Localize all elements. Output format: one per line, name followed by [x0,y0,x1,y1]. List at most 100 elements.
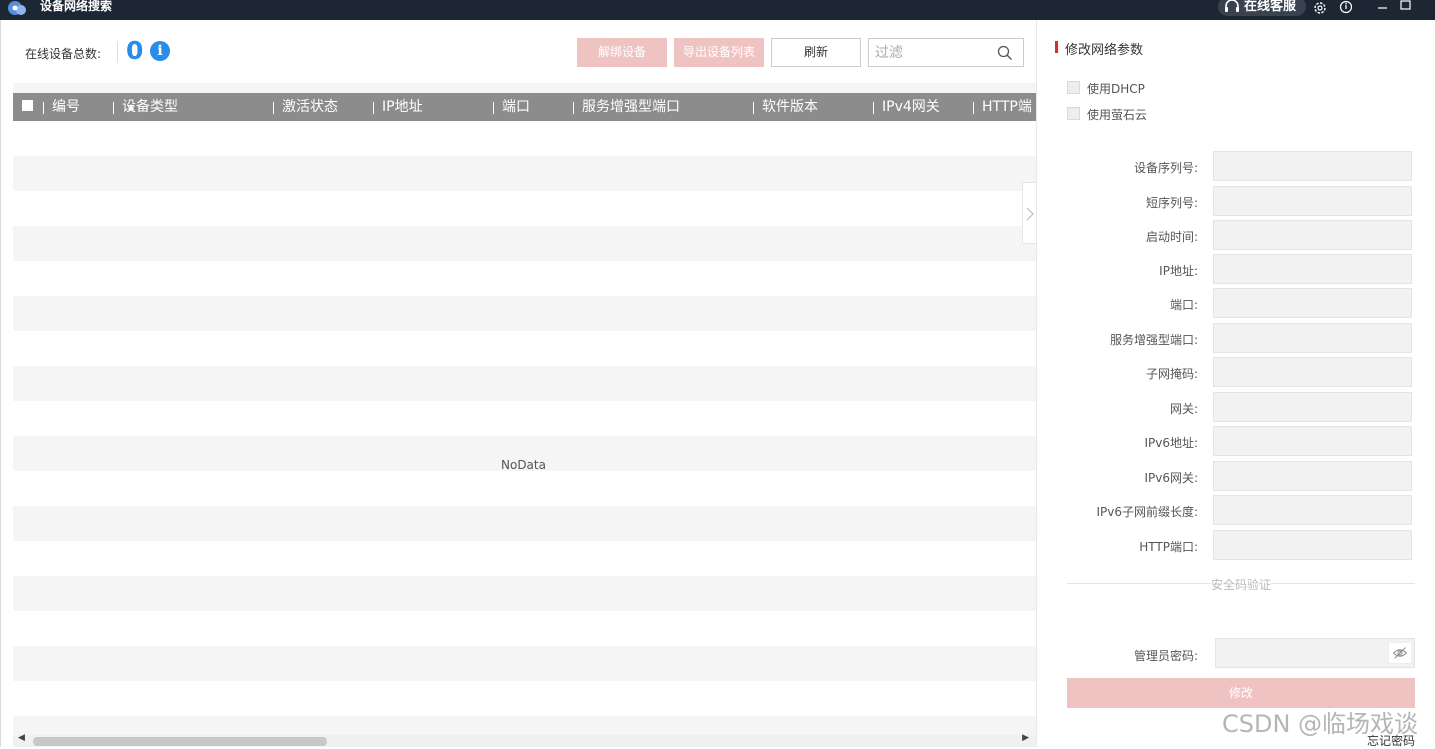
table-row [13,541,1037,576]
ipv6-address-input[interactable] [1213,426,1412,456]
ipv6-prefix-length-input[interactable] [1213,495,1412,525]
filter-input[interactable] [875,43,985,63]
field-ipv6-gateway: IPv6网关: [1037,461,1435,491]
panel-title: 修改网络参数 [1065,43,1144,58]
table-row [13,366,1037,401]
field-label: IPv6网关: [1144,471,1198,485]
online-support-label: 在线客服 [1244,0,1297,14]
table-row [13,611,1037,646]
field-label: 设备序列号: [1133,161,1198,175]
field-ip-address: IP地址: [1037,254,1435,284]
admin-password-input[interactable] [1215,638,1415,668]
count-divider [117,41,118,63]
http-port-input[interactable] [1213,530,1412,560]
field-gateway: 网关: [1037,392,1435,422]
field-ipv6-prefix-length: IPv6子网前缀长度: [1037,495,1435,525]
column-header-ip-address[interactable]: IP地址 [373,93,423,121]
dhcp-checkbox[interactable] [1067,81,1080,94]
column-header-activation-status[interactable]: 激活状态 [273,93,338,121]
scroll-left-icon[interactable]: ◀ [18,733,25,743]
column-header-port[interactable]: 端口 [493,93,530,121]
ezviz-checkbox[interactable] [1067,107,1080,120]
table-row [13,471,1037,506]
info-icon[interactable]: i [150,41,170,61]
filter-box [868,38,1024,67]
field-serial-number: 设备序列号: [1037,151,1435,181]
online-support-button[interactable]: 在线客服 [1218,0,1306,16]
table-row [13,156,1037,191]
field-http-port: HTTP端口: [1037,530,1435,560]
export-device-list-button[interactable]: 导出设备列表 [674,38,764,67]
column-header-enhanced-port[interactable]: 服务增强型端口 [573,93,680,121]
field-label: 子网掩码: [1145,367,1198,381]
table-row [13,121,1037,156]
ipv6-gateway-input[interactable] [1213,461,1412,491]
field-label: 网关: [1169,402,1198,416]
scrollbar-thumb[interactable] [33,737,327,746]
boot-time-input[interactable] [1213,220,1412,250]
eye-off-icon[interactable] [1388,642,1412,664]
field-label: 端口: [1169,298,1198,312]
field-enhanced-port: 服务增强型端口: [1037,323,1435,353]
ip-address-input[interactable] [1213,254,1412,284]
empty-table-text: NoData [501,458,546,472]
table-row [13,191,1037,226]
select-all-checkbox[interactable] [22,100,33,111]
table-row [13,331,1037,366]
admin-password-label: 管理员密码: [1133,649,1198,663]
field-label: 服务增强型端口: [1109,333,1198,347]
gateway-input[interactable] [1213,392,1412,422]
about-icon[interactable] [1338,0,1354,16]
table-row [13,226,1037,261]
chevron-right-icon [1026,207,1034,221]
column-header-device-type[interactable]: 设备类型 [113,93,178,121]
field-label: IPv6地址: [1144,436,1198,450]
security-verification-label: 安全码验证 [1211,576,1272,593]
table-header: 编号 ▲ 设备类型 激活状态 IP地址 端口 服务增强型端口 软件版本 IPv4… [13,93,1037,121]
field-short-serial: 短序列号: [1037,186,1435,216]
field-ipv6-address: IPv6地址: [1037,426,1435,456]
headset-icon [1225,0,1239,12]
table-body [13,121,1037,747]
field-label: IPv6子网前缀长度: [1096,505,1198,519]
field-label: 短序列号: [1145,196,1198,210]
dhcp-label: 使用DHCP [1087,82,1145,96]
table-row [13,646,1037,681]
enhanced-port-input[interactable] [1213,323,1412,353]
grid-top-strip [13,83,1037,93]
refresh-button[interactable]: 刷新 [771,38,861,67]
column-header-number[interactable]: 编号 ▲ [43,93,134,121]
online-count-value: 0 [126,36,144,65]
field-label: IP地址: [1159,264,1198,278]
deactivate-device-button[interactable]: 解绑设备 [577,38,667,67]
table-row [13,506,1037,541]
ezviz-label: 使用萤石云 [1087,108,1148,122]
field-port: 端口: [1037,288,1435,318]
short-serial-input[interactable] [1213,186,1412,216]
subnet-mask-input[interactable] [1213,357,1412,387]
search-icon[interactable] [997,45,1013,61]
maximize-icon[interactable] [1398,0,1414,16]
online-count-label: 在线设备总数: [25,47,102,61]
horizontal-scrollbar[interactable]: ◀ ▶ [13,733,1037,747]
field-label: 启动时间: [1145,230,1198,244]
serial-number-input[interactable] [1213,151,1412,181]
column-header-software-version[interactable]: 软件版本 [753,93,818,121]
port-input[interactable] [1213,288,1412,318]
scroll-right-icon[interactable]: ▶ [1022,733,1029,743]
field-boot-time: 启动时间: [1037,220,1435,250]
title-bar: 设备网络搜索 在线客服 [0,0,1435,20]
table-row [13,576,1037,611]
panel-title-marker [1055,41,1058,53]
network-params-panel: 修改网络参数 使用DHCP 使用萤石云 设备序列号: 短序列号: 启动时间: I… [1036,20,1435,748]
minimize-icon[interactable] [1375,0,1391,16]
column-label: 编号 [52,99,80,115]
column-header-http-port[interactable]: HTTP端 [973,93,1032,121]
table-row [13,296,1037,331]
app-icon [8,1,26,15]
table-row [13,261,1037,296]
settings-icon[interactable] [1312,0,1328,16]
field-subnet-mask: 子网掩码: [1037,357,1435,387]
column-header-ipv4-gateway[interactable]: IPv4网关 [873,93,940,121]
field-label: HTTP端口: [1139,540,1198,554]
